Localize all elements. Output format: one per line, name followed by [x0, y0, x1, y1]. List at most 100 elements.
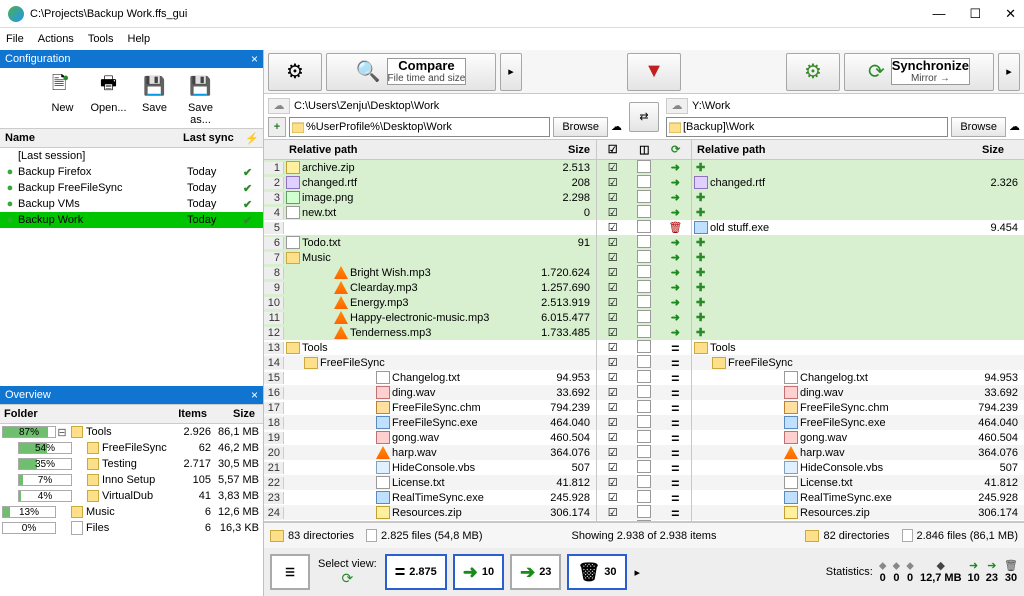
action-header-icon[interactable]: ⟳ [671, 143, 680, 156]
overview-row[interactable]: 13%Music612,6 MB [0, 504, 263, 520]
cloud-left-icon[interactable]: ☁ [268, 98, 290, 114]
grid-row[interactable]: Tools [692, 340, 1024, 355]
action-row[interactable]: ☑= [597, 385, 691, 400]
new-button[interactable]: 🗎●New [43, 72, 83, 126]
cloud-right-icon[interactable]: ☁ [666, 98, 688, 114]
action-row[interactable]: ☑➜ [597, 265, 691, 280]
category-header-icon[interactable]: ◫ [639, 143, 649, 156]
center-grid[interactable]: ☑◫⟳ ☑➜☑➜☑➜☑➜☑🗑☑➜☑➜☑➜☑➜☑➜☑➜☑➜☑=☑=☑=☑=☑=☑=… [596, 140, 692, 521]
action-row[interactable]: ☑➜ [597, 175, 691, 190]
grid-row[interactable]: 18FreeFileSync.exe464.040 [264, 415, 596, 430]
saveas-button[interactable]: 💾Save as... [181, 72, 221, 126]
config-panel-close[interactable]: × [251, 52, 258, 66]
left-grid[interactable]: Relative pathSize 1archive.zip2.5132chan… [264, 140, 596, 521]
overview-panel-close[interactable]: × [251, 388, 258, 402]
open-button[interactable]: 🖶Open... [89, 72, 129, 126]
grid-row[interactable]: 19gong.wav460.504 [264, 430, 596, 445]
config-row[interactable]: ●Backup FirefoxToday✔ [0, 164, 263, 180]
maximize-button[interactable]: ☐ [969, 6, 981, 22]
grid-row[interactable]: FreeFileSync.exe464.040 [692, 415, 1024, 430]
action-row[interactable]: ☑➜ [597, 310, 691, 325]
config-row[interactable]: ●Backup WorkToday✔ [0, 212, 263, 228]
grid-row[interactable]: 14FreeFileSync [264, 355, 596, 370]
menu-help[interactable]: Help [128, 33, 151, 45]
action-row[interactable]: ☑= [597, 370, 691, 385]
grid-row[interactable]: 1archive.zip2.513 [264, 160, 596, 175]
right-grid-header-path[interactable]: Relative path [692, 144, 950, 156]
grid-row[interactable]: ding.wav33.692 [692, 385, 1024, 400]
overview-row[interactable]: 0%Files616,3 KB [0, 520, 263, 536]
grid-row[interactable]: harp.wav364.076 [692, 445, 1024, 460]
sync-settings-button[interactable]: ⚙ [786, 53, 840, 91]
checkbox-header-icon[interactable]: ☑ [608, 143, 618, 156]
grid-row[interactable]: 7Music [264, 250, 596, 265]
grid-row[interactable]: FreeFileSync.chm794.239 [692, 400, 1024, 415]
grid-row[interactable]: 20harp.wav364.076 [264, 445, 596, 460]
action-row[interactable]: ☑➜ [597, 205, 691, 220]
action-row[interactable]: ☑➜ [597, 295, 691, 310]
grid-row[interactable]: 6Todo.txt91 [264, 235, 596, 250]
grid-row[interactable]: Resources.zip306.174 [692, 505, 1024, 520]
grid-row[interactable]: FreeFileSync [692, 355, 1024, 370]
close-button[interactable]: ✕ [1005, 6, 1016, 22]
view-filter-button[interactable]: ➜10 [453, 554, 504, 590]
grid-row[interactable]: 24Resources.zip306.174 [264, 505, 596, 520]
grid-row[interactable]: old stuff.exe9.454 [692, 220, 1024, 235]
right-grid-header-size[interactable]: Size [950, 144, 1010, 156]
overview-row[interactable]: 4%VirtualDub413,83 MB [0, 488, 263, 504]
grid-row[interactable]: ✚ [692, 310, 1024, 325]
grid-row[interactable]: 2changed.rtf208 [264, 175, 596, 190]
synchronize-dropdown[interactable]: ▸ [998, 53, 1020, 91]
overview-row[interactable]: 35%Testing2.71730,5 MB [0, 456, 263, 472]
grid-row[interactable]: License.txt41.812 [692, 475, 1024, 490]
action-row[interactable]: ☑➜ [597, 280, 691, 295]
grid-row[interactable]: ✚ [692, 265, 1024, 280]
grid-row[interactable]: ✚ [692, 205, 1024, 220]
synchronize-button[interactable]: ⟳ SynchronizeMirror → [844, 53, 994, 91]
grid-row[interactable]: 23RealTimeSync.exe245.928 [264, 490, 596, 505]
action-row[interactable]: ☑= [597, 445, 691, 460]
grid-row[interactable]: 12Tenderness.mp31.733.485 [264, 325, 596, 340]
config-row[interactable]: ●Backup VMsToday✔ [0, 196, 263, 212]
grid-row[interactable]: ✚ [692, 295, 1024, 310]
view-filter-button[interactable]: ➔23 [510, 554, 561, 590]
grid-row[interactable]: 9Clearday.mp31.257.690 [264, 280, 596, 295]
action-row[interactable]: ☑= [597, 520, 691, 521]
grid-row[interactable]: ✚ [692, 190, 1024, 205]
swap-sides-button[interactable]: ⇄ [629, 102, 659, 132]
view-filter-button[interactable]: =2.875 [385, 554, 447, 590]
minimize-button[interactable]: — [932, 6, 945, 22]
grid-row[interactable]: ✚ [692, 250, 1024, 265]
action-row[interactable]: ☑= [597, 355, 691, 370]
view-filter-button[interactable]: 🗑30 [567, 554, 626, 590]
action-row[interactable]: ☑= [597, 400, 691, 415]
cloud-right-browse-icon[interactable]: ☁ [1009, 120, 1020, 133]
compare-dropdown[interactable]: ▸ [500, 53, 522, 91]
grid-row[interactable]: Bin [692, 520, 1024, 521]
overview-row[interactable]: 54%FreeFileSync6246,2 MB [0, 440, 263, 456]
action-row[interactable]: ☑= [597, 475, 691, 490]
grid-row[interactable]: 3image.png2.298 [264, 190, 596, 205]
action-row[interactable]: ☑➜ [597, 325, 691, 340]
view-toggle-icon[interactable]: ⟳ [341, 570, 353, 587]
action-row[interactable]: ☑= [597, 490, 691, 505]
grid-row[interactable]: 25Bin [264, 520, 596, 521]
action-row[interactable]: ☑🗑 [597, 220, 691, 235]
menu-actions[interactable]: Actions [38, 33, 74, 45]
config-row[interactable]: ●Backup FreeFileSyncToday✔ [0, 180, 263, 196]
grid-row[interactable]: 8Bright Wish.mp31.720.624 [264, 265, 596, 280]
grid-row[interactable]: 16ding.wav33.692 [264, 385, 596, 400]
grid-row[interactable]: gong.wav460.504 [692, 430, 1024, 445]
grid-row[interactable]: 21HideConsole.vbs507 [264, 460, 596, 475]
cloud-left-browse-icon[interactable]: ☁ [611, 120, 622, 133]
action-row[interactable]: ☑➜ [597, 235, 691, 250]
view-mode-button[interactable]: ☰ [270, 554, 310, 590]
right-path-input[interactable] [666, 117, 948, 137]
right-browse-button[interactable]: Browse [951, 117, 1006, 137]
grid-row[interactable]: ✚ [692, 280, 1024, 295]
grid-row[interactable]: ✚ [692, 325, 1024, 340]
overview-row[interactable]: 7%Inno Setup1055,57 MB [0, 472, 263, 488]
overview-row[interactable]: 87%⊟Tools2.92686,1 MB [0, 424, 263, 440]
action-row[interactable]: ☑➜ [597, 160, 691, 175]
left-grid-header-size[interactable]: Size [536, 144, 596, 156]
